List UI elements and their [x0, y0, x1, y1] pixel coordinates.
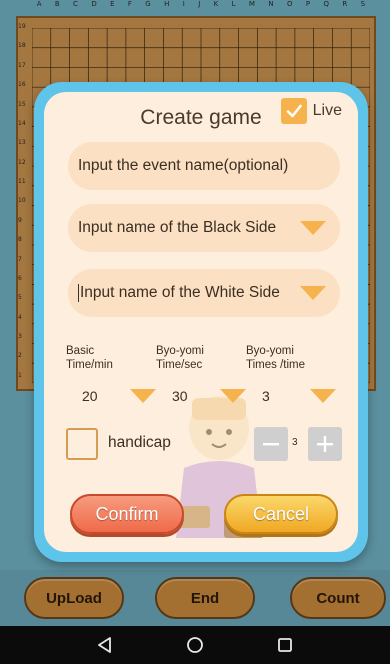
black-side-input[interactable]: Input name of the Black Side: [68, 204, 340, 252]
system-nav-bar: [0, 626, 390, 664]
byoyomi-times-value: 3: [262, 388, 270, 404]
byoyomi-times-label-line1: Byo-yomi: [246, 345, 294, 357]
byoyomi-time-dropdown-icon[interactable]: [220, 389, 246, 403]
basic-time-label-line2: Time/min: [66, 359, 113, 371]
byoyomi-times-dropdown-icon[interactable]: [310, 389, 336, 403]
basic-time-dropdown-icon[interactable]: [130, 389, 156, 403]
back-nav-icon[interactable]: [85, 630, 125, 660]
handicap-value: 3: [292, 437, 298, 448]
plus-icon: [317, 436, 333, 452]
handicap-checkbox[interactable]: [66, 428, 98, 460]
create-game-dialog: Create game Live Input the event name(op…: [44, 92, 358, 552]
byoyomi-times-label-line2: Times /time: [246, 359, 305, 371]
byoyomi-time-label: Byo-yomi Time/sec: [156, 344, 204, 372]
black-side-placeholder: Input name of the Black Side: [78, 219, 277, 236]
text-cursor: [78, 284, 79, 302]
live-checkbox[interactable]: Live: [280, 98, 342, 124]
home-nav-icon[interactable]: [175, 630, 215, 660]
live-label: Live: [312, 102, 342, 119]
handicap-decrement-button[interactable]: [254, 427, 288, 461]
confirm-button[interactable]: Confirm: [70, 494, 184, 534]
byoyomi-time-label-line1: Byo-yomi: [156, 345, 204, 357]
dropdown-arrow-icon[interactable]: [300, 286, 326, 300]
handicap-increment-button[interactable]: [308, 427, 342, 461]
basic-time-label-line1: Basic: [66, 345, 95, 357]
byoyomi-time-label-line2: Time/sec: [156, 359, 203, 371]
event-name-placeholder: Input the event name(optional): [78, 157, 289, 174]
checkmark-icon: [280, 98, 307, 124]
cancel-button[interactable]: Cancel: [224, 494, 338, 534]
byoyomi-times-label: Byo-yomi Times /time: [246, 344, 305, 372]
recents-nav-icon[interactable]: [265, 630, 305, 660]
handicap-label: handicap: [108, 434, 171, 451]
byoyomi-time-value: 30: [172, 388, 188, 404]
white-side-placeholder: Input name of the White Side: [80, 284, 280, 301]
white-side-input[interactable]: Input name of the White Side: [68, 269, 340, 317]
event-name-input[interactable]: Input the event name(optional): [68, 142, 340, 190]
dropdown-arrow-icon[interactable]: [300, 221, 326, 235]
basic-time-label: Basic Time/min: [66, 344, 113, 372]
minus-icon: [263, 443, 279, 446]
basic-time-value: 20: [82, 388, 98, 404]
